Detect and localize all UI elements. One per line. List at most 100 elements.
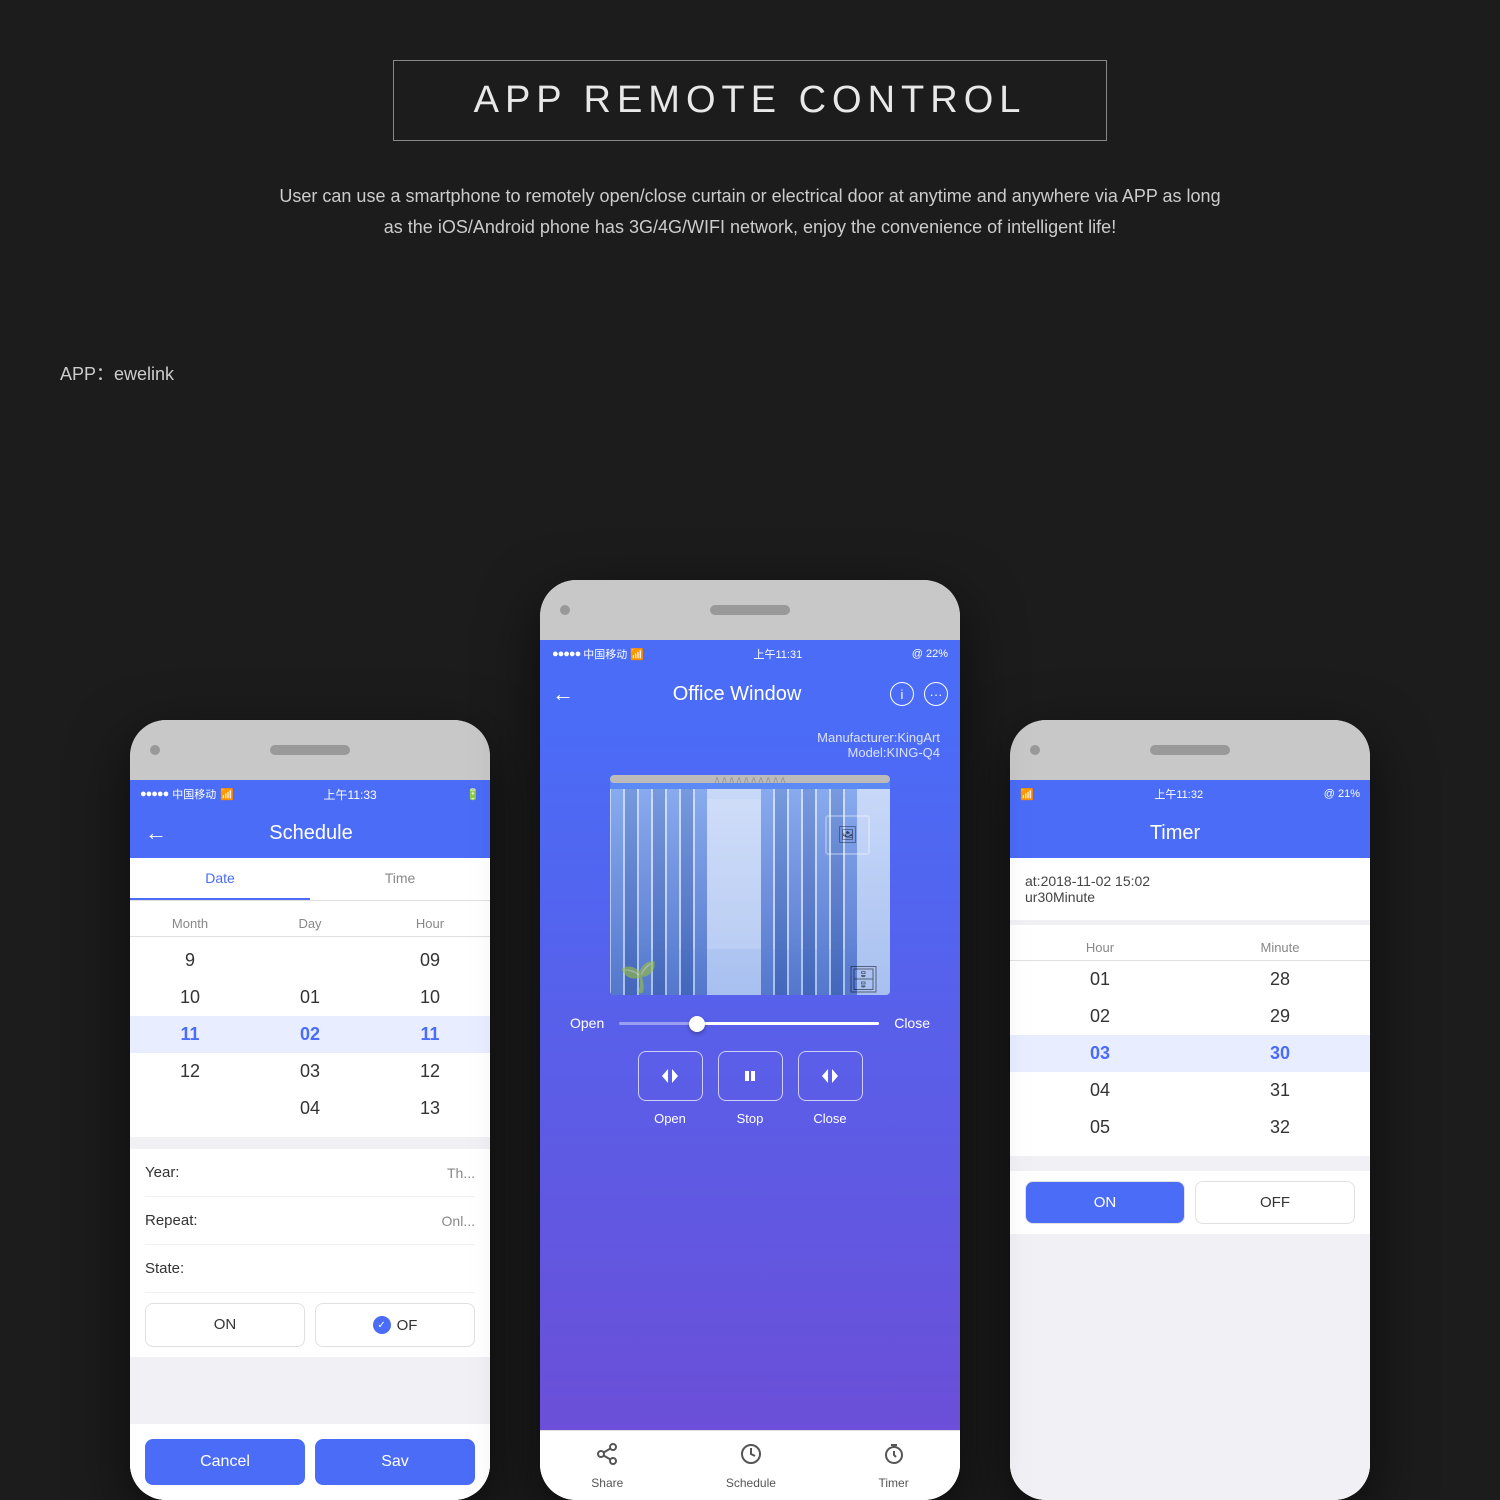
off-button[interactable]: ✓ OF <box>315 1303 475 1347</box>
phone-right-screen: 📶 上午11:32 @ 21% Timer at:2018-11-02 15:0… <box>1010 780 1370 1500</box>
timer-on-button[interactable]: ON <box>1025 1181 1185 1224</box>
left-signal: ●●●●● 中国移动 📶 <box>140 786 234 802</box>
timer-info-line1: at:2018-11-02 15:02 <box>1025 873 1355 889</box>
off-label: OF <box>397 1317 418 1334</box>
picker-row-4: 04 13 <box>130 1090 490 1127</box>
tab-time[interactable]: Time <box>310 858 490 900</box>
save-button[interactable]: Sav <box>315 1439 475 1485</box>
center-status-bar: ●●●●● 中国移动 📶 上午11:31 @ 22% <box>540 640 960 668</box>
picker-row-2-selected: 11 02 11 <box>130 1016 490 1053</box>
timer-minute-label: Minute <box>1190 940 1370 955</box>
picker-row-1: 10 01 10 <box>130 979 490 1016</box>
close-label: Close <box>894 1015 930 1031</box>
schedule-nav-item[interactable]: Schedule <box>726 1442 776 1490</box>
slider-track[interactable] <box>619 1022 879 1025</box>
timer-off-label: OFF <box>1260 1194 1290 1211</box>
stop-button[interactable] <box>718 1051 783 1101</box>
slider-thumb[interactable] <box>689 1016 705 1032</box>
date-picker: Month Day Hour 9 09 10 <box>130 901 490 1137</box>
timer-hour-1: 02 <box>1010 1006 1190 1027</box>
timer-min-2: 30 <box>1190 1043 1370 1064</box>
info-icon[interactable]: i <box>890 682 914 706</box>
right-status-bar: 📶 上午11:32 @ 21% <box>1010 780 1370 808</box>
timer-label: Timer <box>878 1476 908 1490</box>
ctrl-labels: Open Stop Close <box>638 1111 863 1126</box>
hour-3: 12 <box>370 1061 490 1082</box>
phone-right-camera <box>1030 745 1040 755</box>
phone-left: ●●●●● 中国移动 📶 上午11:33 🔋 ← Schedule <box>130 720 490 1500</box>
schedule-icon <box>739 1442 763 1472</box>
page-description: User can use a smartphone to remotely op… <box>250 181 1250 242</box>
manufacturer-info: Manufacturer:KingArt Model:KING-Q4 <box>560 730 940 760</box>
manufacturer-name: Manufacturer:KingArt <box>560 730 940 745</box>
tab-date[interactable]: Date <box>130 858 310 900</box>
share-nav-item[interactable]: Share <box>591 1442 623 1490</box>
phone-left-speaker <box>270 745 350 755</box>
hour-1: 10 <box>370 987 490 1008</box>
slider-fill <box>697 1022 879 1025</box>
hour-0: 09 <box>370 950 490 971</box>
timer-on-label: ON <box>1094 1194 1117 1211</box>
month-3: 12 <box>130 1061 250 1082</box>
repeat-label: Repeat: <box>145 1212 198 1229</box>
check-icon: ✓ <box>373 1316 391 1334</box>
phone-center-camera <box>560 605 570 615</box>
timer-nav-item[interactable]: Timer <box>878 1442 908 1490</box>
curtain-rp3 <box>789 789 801 995</box>
phone-center-speaker <box>710 605 790 615</box>
on-button[interactable]: ON <box>145 1303 305 1347</box>
open-label: Open <box>570 1015 604 1031</box>
timer-hour-4: 05 <box>1010 1117 1190 1138</box>
timer-row-3: 04 31 <box>1010 1072 1370 1109</box>
picture-frame: 🖼 <box>825 815 870 855</box>
phone-center: ●●●●● 中国移动 📶 上午11:31 @ 22% ← Office Wind… <box>540 580 960 1500</box>
month-label: Month <box>130 916 250 931</box>
timer-content: at:2018-11-02 15:02 ur30Minute Hour Minu… <box>1010 858 1370 1500</box>
open-button[interactable] <box>638 1051 703 1101</box>
timer-on-off-row: ON OFF <box>1010 1171 1370 1234</box>
timer-row-2-selected: 03 30 <box>1010 1035 1370 1072</box>
more-icon[interactable]: ··· <box>924 682 948 706</box>
curtain-p5 <box>667 789 679 995</box>
right-time: 上午11:32 <box>1154 786 1203 802</box>
open-btn-label: Open <box>638 1111 703 1126</box>
day-4: 04 <box>250 1098 370 1119</box>
stop-btn-label: Stop <box>718 1111 783 1126</box>
close-button[interactable] <box>798 1051 863 1101</box>
cancel-button[interactable]: Cancel <box>145 1439 305 1485</box>
picker-row-0: 9 09 <box>130 942 490 979</box>
timer-min-4: 32 <box>1190 1117 1370 1138</box>
header-section: APP REMOTE CONTROL User can use a smartp… <box>0 0 1500 242</box>
timer-hour-3: 04 <box>1010 1080 1190 1101</box>
picker-rows: 9 09 10 01 10 11 02 <box>130 942 490 1127</box>
repeat-value: Onl... <box>442 1213 475 1229</box>
control-buttons <box>638 1051 863 1101</box>
curtain-rp4 <box>803 789 815 995</box>
right-nav-title: Timer <box>1025 822 1325 845</box>
phone-right-speaker <box>1150 745 1230 755</box>
schedule-content: Date Time Month Day Hour 9 <box>130 858 490 1500</box>
close-btn-label: Close <box>798 1111 863 1126</box>
furniture-icon: 🗄 <box>847 964 880 995</box>
month-4 <box>130 1098 250 1119</box>
day-label: Day <box>250 916 370 931</box>
curtain-rp2 <box>775 789 787 995</box>
repeat-row: Repeat: Onl... <box>145 1197 475 1245</box>
share-icon <box>595 1442 619 1472</box>
center-nav: ← Office Window i ··· <box>540 668 960 720</box>
curtain-p6 <box>681 789 693 995</box>
left-time: 上午11:33 <box>324 786 377 803</box>
timer-icon <box>882 1442 906 1472</box>
curtain-visual: ∧∧∧∧∧∧∧∧∧∧ <box>610 775 890 995</box>
on-off-row: ON ✓ OF <box>130 1293 490 1357</box>
hour-label: Hour <box>370 916 490 931</box>
year-value: Th... <box>447 1165 475 1181</box>
center-back-arrow[interactable]: ← <box>552 681 574 707</box>
timer-min-3: 31 <box>1190 1080 1370 1101</box>
timer-min-1: 29 <box>1190 1006 1370 1027</box>
phone-left-header <box>130 720 490 780</box>
timer-off-button[interactable]: OFF <box>1195 1181 1355 1224</box>
left-battery: 🔋 <box>466 788 480 801</box>
left-back-arrow[interactable]: ← <box>145 820 167 846</box>
timer-hour-2: 03 <box>1010 1043 1190 1064</box>
